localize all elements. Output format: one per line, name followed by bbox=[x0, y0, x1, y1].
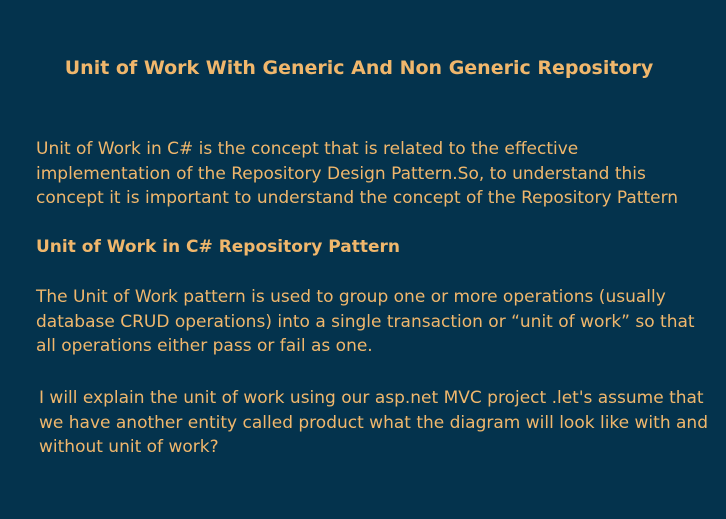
section-heading: Unit of Work in C# Repository Pattern bbox=[36, 237, 401, 257]
page-title: Unit of Work With Generic And Non Generi… bbox=[64, 57, 654, 79]
section-paragraph: The Unit of Work pattern is used to grou… bbox=[36, 287, 695, 356]
slide: Unit of Work With Generic And Non Generi… bbox=[0, 0, 726, 519]
intro-paragraph: Unit of Work in C# is the concept that i… bbox=[36, 139, 679, 208]
explanation-paragraph: I will explain the unit of work using ou… bbox=[39, 388, 708, 457]
